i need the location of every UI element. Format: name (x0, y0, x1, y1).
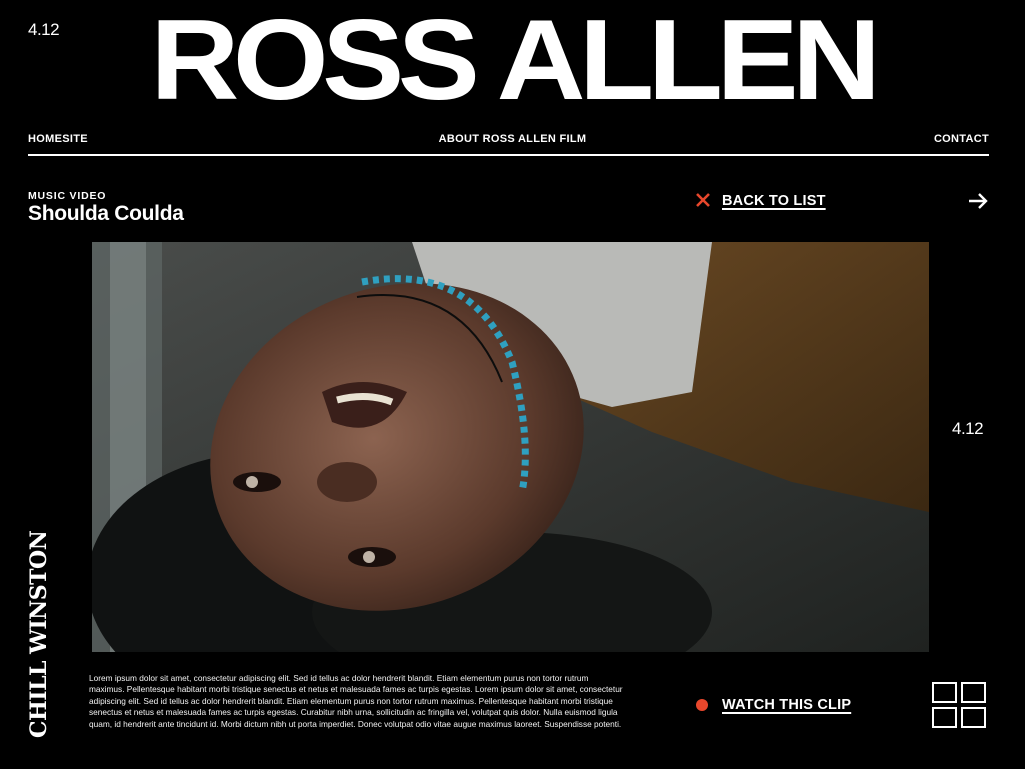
nav-about-link[interactable]: ABOUT ROSS ALLEN FILM (439, 133, 587, 145)
watch-clip-link[interactable]: WATCH THIS CLIP (722, 697, 851, 713)
video-still-frame[interactable] (92, 242, 929, 652)
project-category: MUSIC VIDEO (28, 190, 107, 202)
dot-icon (696, 699, 708, 711)
close-x-icon[interactable] (694, 191, 712, 209)
client-logo: CHILL WINSTON (26, 530, 52, 738)
project-description: Lorem ipsum dolor sit amet, consectetur … (89, 673, 623, 729)
arrow-right-icon[interactable] (967, 191, 989, 211)
header-divider (28, 154, 989, 156)
grid-view-icon[interactable] (932, 682, 986, 728)
video-still-image (92, 242, 929, 652)
nav-homesite-link[interactable]: HOMESITE (28, 133, 88, 145)
brand-title[interactable]: ROSS ALLEN (0, 2, 1025, 120)
project-title: Shoulda Coulda (28, 202, 184, 225)
nav-contact-link[interactable]: CONTACT (934, 133, 989, 145)
side-date: 4.12 (952, 419, 984, 438)
back-to-list-link[interactable]: BACK TO LIST (722, 193, 826, 209)
nav-about-wrapper: ABOUT ROSS ALLEN FILM (0, 133, 1025, 145)
